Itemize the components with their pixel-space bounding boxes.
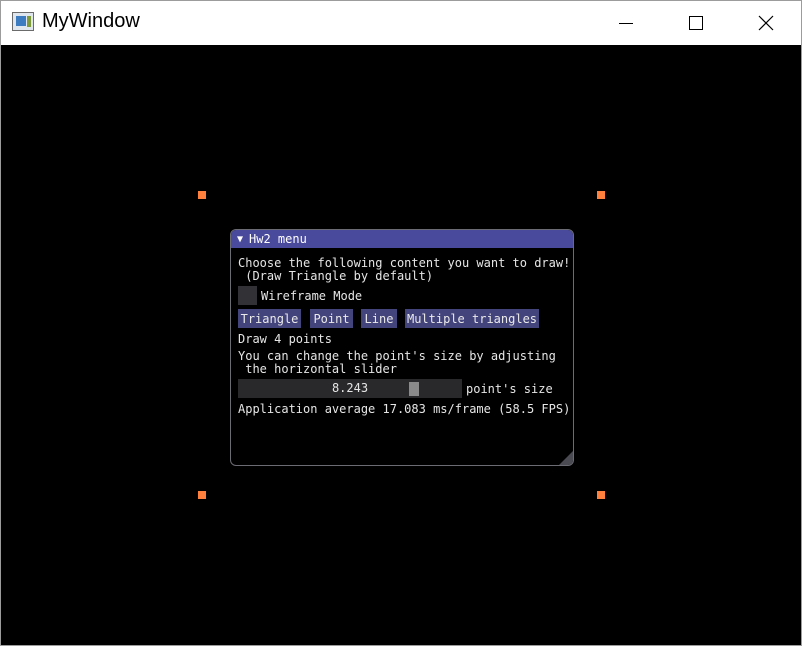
app-window: MyWindow ▼ Hw2 menu Choose the following… bbox=[0, 0, 802, 646]
hint-subtext: the horizontal slider bbox=[238, 362, 397, 376]
triangle-button[interactable]: Triangle bbox=[238, 309, 301, 328]
point-size-slider[interactable]: 8.243 bbox=[238, 379, 462, 398]
title-bar[interactable]: MyWindow bbox=[1, 1, 801, 45]
panel-title-bar[interactable]: ▼ Hw2 menu bbox=[231, 230, 573, 248]
line-button[interactable]: Line bbox=[361, 309, 397, 328]
wireframe-label: Wireframe Mode bbox=[261, 289, 363, 303]
maximize-button[interactable] bbox=[673, 1, 719, 45]
minimize-button[interactable] bbox=[603, 1, 649, 45]
prompt-subtext: (Draw Triangle by default) bbox=[238, 269, 434, 283]
multiple-triangles-button[interactable]: Multiple triangles bbox=[405, 309, 539, 328]
status-text: Draw 4 points bbox=[238, 332, 332, 346]
drawn-point bbox=[597, 491, 605, 499]
fps-text: Application average 17.083 ms/frame (58.… bbox=[238, 402, 571, 416]
close-icon bbox=[758, 15, 774, 31]
panel-title: Hw2 menu bbox=[249, 232, 307, 246]
resize-grip-icon[interactable] bbox=[559, 451, 573, 465]
maximize-icon bbox=[689, 16, 703, 30]
collapse-arrow-icon[interactable]: ▼ bbox=[237, 234, 243, 245]
minimize-icon bbox=[619, 22, 633, 24]
app-icon bbox=[12, 12, 34, 31]
close-button[interactable] bbox=[743, 1, 789, 45]
slider-value: 8.243 bbox=[331, 381, 369, 395]
hw2-menu-panel[interactable]: ▼ Hw2 menu Choose the following content … bbox=[230, 229, 574, 466]
drawn-point bbox=[198, 191, 206, 199]
window-title: MyWindow bbox=[42, 10, 140, 32]
wireframe-checkbox[interactable] bbox=[238, 286, 257, 305]
point-button[interactable]: Point bbox=[310, 309, 353, 328]
drawn-point bbox=[198, 491, 206, 499]
slider-label: point's size bbox=[466, 382, 553, 396]
drawn-point bbox=[597, 191, 605, 199]
